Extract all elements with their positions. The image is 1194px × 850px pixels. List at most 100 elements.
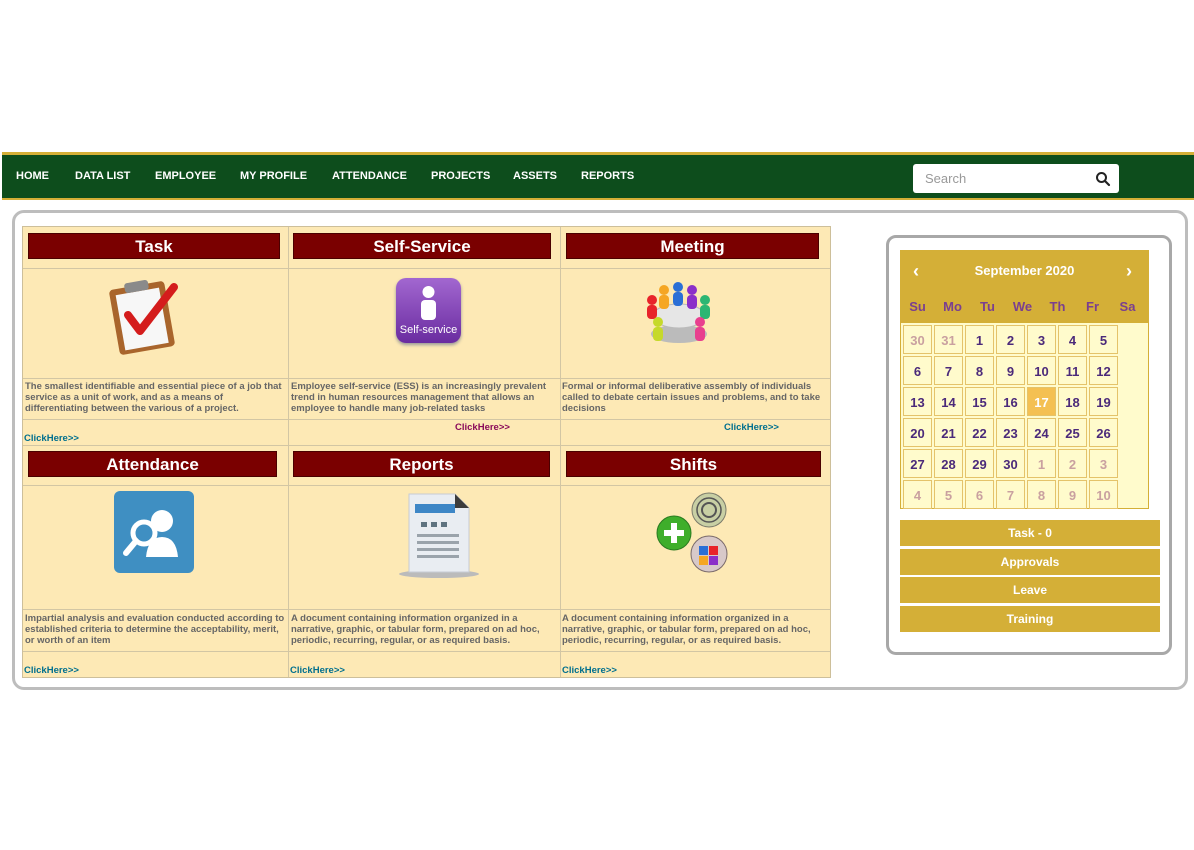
calendar-day[interactable]: 29 <box>965 449 994 478</box>
reports-click-link[interactable]: ClickHere>> <box>290 665 345 676</box>
grid-divider <box>23 651 830 652</box>
card-desc-shifts: A document containing information organi… <box>562 613 811 646</box>
calendar-day[interactable]: 9 <box>996 356 1025 385</box>
search-input[interactable] <box>913 164 1095 193</box>
document-icon[interactable] <box>397 490 481 580</box>
training-button[interactable]: Training <box>900 606 1160 632</box>
leave-button[interactable]: Leave <box>900 577 1160 603</box>
grid-divider <box>23 419 830 420</box>
grid-divider <box>23 485 830 486</box>
calendar-day[interactable]: 2 <box>1058 449 1087 478</box>
calendar-day[interactable]: 3 <box>1089 449 1118 478</box>
calendar-day[interactable]: 20 <box>903 418 932 447</box>
calendar-title: September 2020 <box>974 263 1075 278</box>
calendar-day[interactable]: 24 <box>1027 418 1056 447</box>
task-click-link[interactable]: ClickHere>> <box>24 433 79 444</box>
nav-projects[interactable]: PROJECTS <box>431 155 490 198</box>
calendar-day[interactable]: 30 <box>903 325 932 354</box>
weekday-label: Su <box>909 299 926 314</box>
calendar-day[interactable]: 6 <box>965 480 994 509</box>
calendar-day[interactable]: 26 <box>1089 418 1118 447</box>
card-desc-attendance: Impartial analysis and evaluation conduc… <box>25 613 285 646</box>
calendar-next-button[interactable]: › <box>1126 260 1132 282</box>
calendar-day[interactable]: 16 <box>996 387 1025 416</box>
nav-attendance[interactable]: ATTENDANCE <box>332 155 407 198</box>
calendar-weekday-row: Su Mo Tu We Th Fr Sa <box>900 292 1149 322</box>
calendar-day[interactable]: 21 <box>934 418 963 447</box>
calendar-header: ‹ September 2020 › <box>900 250 1149 292</box>
calendar-day[interactable]: 11 <box>1058 356 1087 385</box>
meeting-icon[interactable] <box>640 278 718 350</box>
calendar-day[interactable]: 8 <box>1027 480 1056 509</box>
calendar-day[interactable]: 22 <box>965 418 994 447</box>
user-search-icon[interactable] <box>114 491 194 573</box>
nav-my-profile[interactable]: MY PROFILE <box>240 155 307 198</box>
calendar-day[interactable]: 1 <box>965 325 994 354</box>
calendar-day[interactable]: 14 <box>934 387 963 416</box>
grid-divider <box>23 268 830 269</box>
weekday-label: Mo <box>943 299 962 314</box>
calendar-day[interactable]: 27 <box>903 449 932 478</box>
top-navbar: HOME DATA LIST EMPLOYEE MY PROFILE ATTEN… <box>2 152 1194 200</box>
calendar-day[interactable]: 10 <box>1089 480 1118 509</box>
card-desc-task: The smallest identifiable and essential … <box>25 381 282 414</box>
calendar-day[interactable]: 13 <box>903 387 932 416</box>
calendar-day[interactable]: 5 <box>934 480 963 509</box>
self-service-icon[interactable]: Self-service <box>396 278 461 343</box>
nav-reports[interactable]: REPORTS <box>581 155 634 198</box>
card-title-task: Task <box>28 233 280 259</box>
calendar-day[interactable]: 15 <box>965 387 994 416</box>
calendar-day[interactable]: 12 <box>1089 356 1118 385</box>
card-desc-meeting: Formal or informal deliberative assembly… <box>562 381 821 414</box>
calendar-day[interactable]: 8 <box>965 356 994 385</box>
nav-home[interactable]: HOME <box>16 155 49 198</box>
task-count-button[interactable]: Task - 0 <box>900 520 1160 546</box>
calendar-grid: 30 31 1 2 3 4 5 6 7 8 9 10 11 12 13 14 15 16 17 18 19 20 21 22 2… <box>900 322 1149 509</box>
calendar-day[interactable]: 2 <box>996 325 1025 354</box>
self-service-click-link[interactable]: ClickHere>> <box>455 422 510 433</box>
card-title-self-service: Self-Service <box>293 233 551 259</box>
calendar-day[interactable]: 25 <box>1058 418 1087 447</box>
nav-assets[interactable]: ASSETS <box>513 155 557 198</box>
card-title-meeting: Meeting <box>566 233 819 259</box>
calendar-day[interactable]: 9 <box>1058 480 1087 509</box>
weekday-label: We <box>1012 299 1033 314</box>
calendar-day[interactable]: 28 <box>934 449 963 478</box>
approvals-button[interactable]: Approvals <box>900 549 1160 575</box>
shifts-click-link[interactable]: ClickHere>> <box>562 665 617 676</box>
calendar: ‹ September 2020 › Su Mo Tu We Th Fr Sa 30 31 1 2… <box>900 250 1149 509</box>
calendar-day[interactable]: 5 <box>1089 325 1118 354</box>
calendar-day[interactable]: 7 <box>996 480 1025 509</box>
grid-divider <box>23 378 830 379</box>
clipboard-check-icon[interactable] <box>108 273 182 355</box>
grid-divider <box>23 609 830 610</box>
calendar-day[interactable]: 31 <box>934 325 963 354</box>
nav-data-list[interactable]: DATA LIST <box>75 155 130 198</box>
card-title-shifts: Shifts <box>566 451 821 477</box>
weekday-label: Tu <box>980 299 995 314</box>
meeting-click-link[interactable]: ClickHere>> <box>724 422 779 433</box>
calendar-day[interactable]: 1 <box>1027 449 1056 478</box>
person-icon <box>421 286 436 320</box>
search-icon[interactable] <box>1095 171 1111 187</box>
calendar-day[interactable]: 3 <box>1027 325 1056 354</box>
magnifier-person-icon <box>123 510 178 557</box>
calendar-day[interactable]: 10 <box>1027 356 1056 385</box>
calendar-day-today[interactable]: 17 <box>1027 387 1056 416</box>
calendar-day[interactable]: 19 <box>1089 387 1118 416</box>
calendar-day[interactable]: 30 <box>996 449 1025 478</box>
nav-employee[interactable]: EMPLOYEE <box>155 155 216 198</box>
card-title-attendance: Attendance <box>28 451 277 477</box>
calendar-day[interactable]: 7 <box>934 356 963 385</box>
card-title-reports: Reports <box>293 451 550 477</box>
card-desc-self-service: Employee self-service (ESS) is an increa… <box>291 381 547 414</box>
card-desc-reports: A document containing information organi… <box>291 613 540 646</box>
shifts-icon[interactable] <box>654 490 732 578</box>
calendar-day[interactable]: 4 <box>1058 325 1087 354</box>
attendance-click-link[interactable]: ClickHere>> <box>24 665 79 676</box>
calendar-day[interactable]: 6 <box>903 356 932 385</box>
calendar-day[interactable]: 23 <box>996 418 1025 447</box>
calendar-day[interactable]: 4 <box>903 480 932 509</box>
grid-divider <box>23 445 830 446</box>
calendar-day[interactable]: 18 <box>1058 387 1087 416</box>
